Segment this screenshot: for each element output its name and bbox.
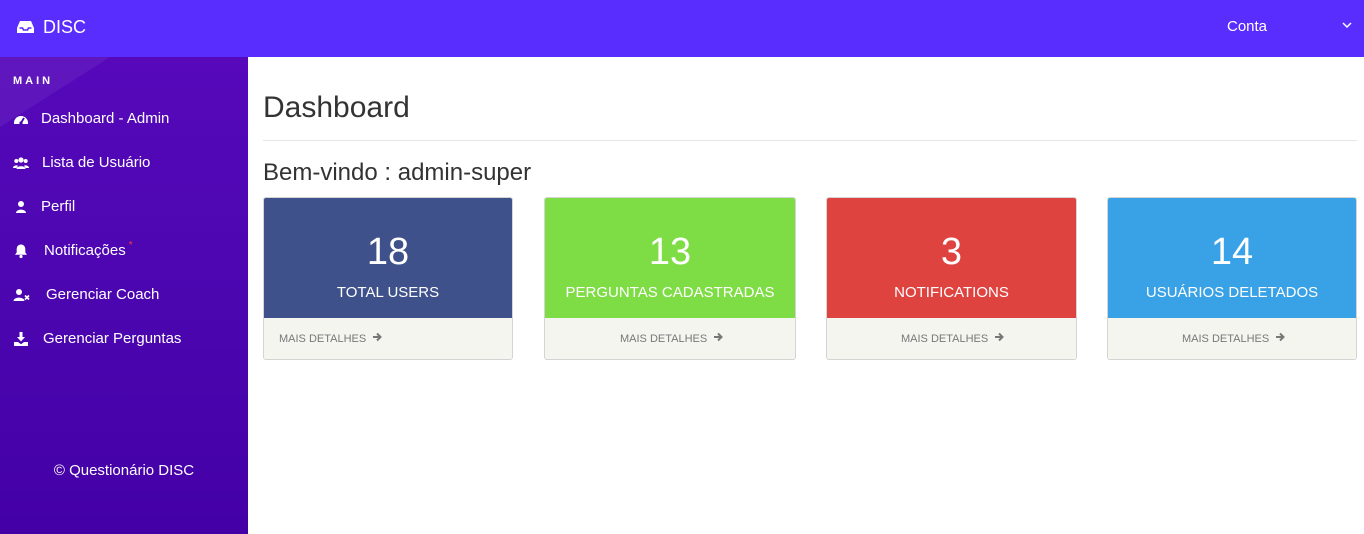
dashboard-icon [13,111,29,127]
sidebar-section-title: MAIN [13,75,54,87]
sidebar-item-label: Perfil [41,198,76,215]
sidebar-item-label: Notificações [44,242,126,259]
page-title: Dashboard [263,91,410,124]
stat-card-notifications: 3 NOTIFICATIONS MAIS DETALHES [826,197,1077,360]
details-link-label: MAIS DETALHES [620,332,708,345]
sidebar-item-notificacoes[interactable]: Notificações * [0,231,248,271]
stat-card-usuarios-deletados: 14 USUÁRIOS DELETADOS MAIS DETALHES [1107,197,1357,360]
stat-card-total-users: 18 TOTAL USERS MAIS DETALHES [263,197,513,360]
stat-value: 18 [366,231,410,273]
arrow-right-icon [1275,332,1286,345]
card-header: 13 PERGUNTAS CADASTRADAS [545,198,795,318]
download-icon [13,331,29,347]
stat-value: 14 [1210,231,1254,273]
details-link[interactable]: MAIS DETALHES [1108,318,1356,359]
card-header: 14 USUÁRIOS DELETADOS [1108,198,1356,318]
arrow-right-icon [372,332,383,345]
stat-label: TOTAL USERS [336,284,440,301]
sidebar-item-label: Gerenciar Coach [46,286,160,303]
users-icon [13,155,29,171]
brand-link[interactable]: DISC [17,17,86,37]
details-link-label: MAIS DETALHES [279,332,367,345]
sidebar-item-perfil[interactable]: Perfil [0,187,248,227]
details-link[interactable]: MAIS DETALHES [264,318,512,359]
title-divider [263,140,1357,141]
chevron-down-icon[interactable] [1342,16,1352,34]
stat-label: PERGUNTAS CADASTRADAS [565,284,775,301]
bell-icon [13,243,29,259]
stat-label: USUÁRIOS DELETADOS [1145,284,1319,301]
sidebar: MAIN Dashboard - Admin Lista de Usuário … [0,57,248,534]
details-link[interactable]: MAIS DETALHES [545,318,795,359]
stat-card-perguntas: 13 PERGUNTAS CADASTRADAS MAIS DETALHES [544,197,796,360]
user-remove-icon [13,287,30,303]
details-link-label: MAIS DETALHES [901,332,989,345]
user-icon [13,199,29,215]
top-navbar: DISC Conta [0,0,1364,57]
sidebar-footer: © Questionário DISC [53,462,195,479]
brand-name: DISC [43,16,87,37]
inbox-icon [17,20,34,34]
card-header: 18 TOTAL USERS [264,198,512,318]
stat-value: 13 [648,231,692,273]
details-link-label: MAIS DETALHES [1182,332,1270,345]
sidebar-item-gerenciar-perguntas[interactable]: Gerenciar Perguntas [0,319,248,359]
arrow-right-icon [994,332,1005,345]
sidebar-item-label: Dashboard - Admin [41,110,170,127]
sidebar-item-lista-usuario[interactable]: Lista de Usuário [0,143,248,183]
stat-value: 3 [940,231,963,273]
stat-label: NOTIFICATIONS [894,284,1009,301]
arrow-right-icon [713,332,724,345]
notification-badge: * [128,240,133,251]
sidebar-item-dashboard[interactable]: Dashboard - Admin [0,99,248,139]
sidebar-item-label: Lista de Usuário [42,154,151,171]
card-header: 3 NOTIFICATIONS [827,198,1076,318]
sidebar-item-gerenciar-coach[interactable]: Gerenciar Coach [0,275,248,315]
sidebar-item-label: Gerenciar Perguntas [43,330,182,347]
account-menu[interactable]: Conta [1227,18,1267,35]
welcome-message: Bem-vindo : admin-super [263,159,532,186]
details-link[interactable]: MAIS DETALHES [827,318,1076,359]
